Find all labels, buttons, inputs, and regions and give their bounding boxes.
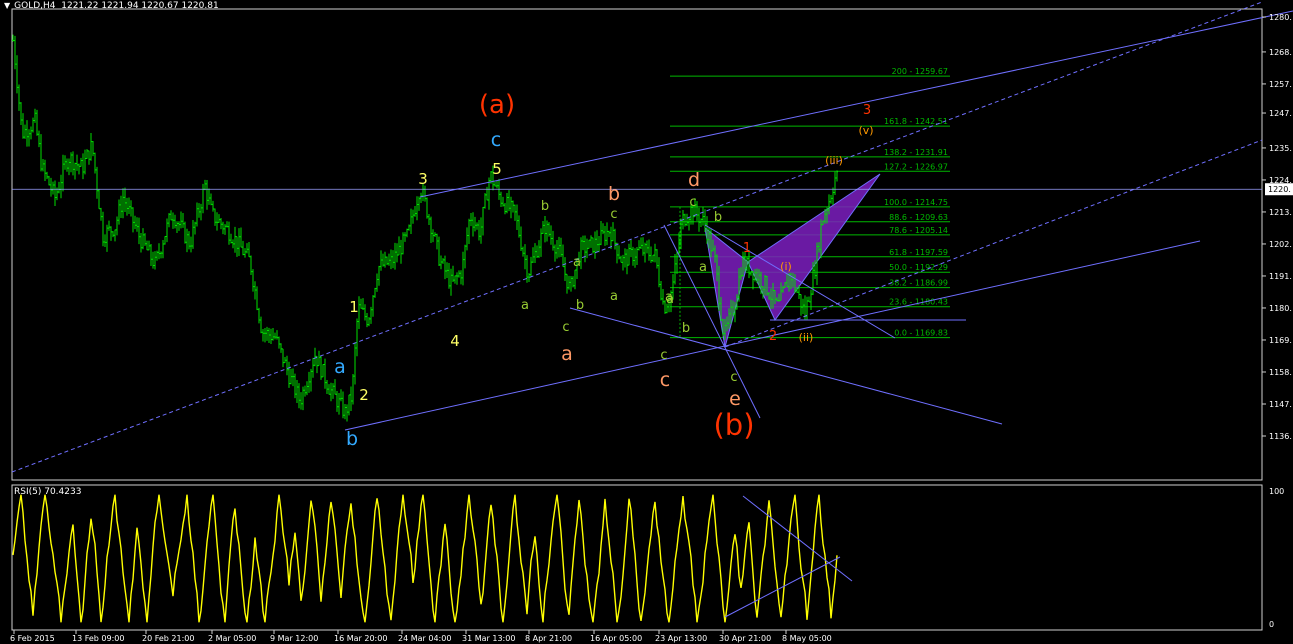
- wave-label: b: [682, 321, 690, 336]
- wave-label: (a): [479, 90, 515, 120]
- wave-label: d: [688, 169, 700, 191]
- price-tick-label: 1268.: [1269, 48, 1292, 57]
- chart-axes: 1280.1268.1257.1247.1235.1224.1213.1202.…: [10, 13, 1293, 643]
- candlestick-series: [12, 34, 838, 422]
- time-tick-label: 8 Apr 21:00: [525, 634, 572, 643]
- wave-label: a: [573, 255, 581, 270]
- price-chart[interactable]: 200 - 1259.67 161.8 - 1242.51 138.2 - 1231…: [0, 0, 1293, 644]
- fib-level-label: 0.0 - 1169.83: [894, 329, 948, 338]
- wave-label: a: [665, 290, 673, 305]
- time-tick-label: 13 Feb 09:00: [72, 634, 124, 643]
- wave-label: 1: [743, 241, 751, 256]
- wave-label: 4: [450, 332, 460, 350]
- rsi-line: [12, 494, 838, 623]
- wave-label: (iii): [825, 154, 843, 167]
- wave-label: (i): [780, 260, 792, 273]
- time-tick-label: 20 Feb 21:00: [142, 634, 194, 643]
- wave-label: 2: [769, 329, 777, 344]
- time-tick-label: 8 May 05:00: [782, 634, 832, 643]
- fib-level-label: 127.2 - 1226.97: [884, 162, 948, 171]
- price-tick-label: 1235.: [1269, 144, 1292, 153]
- wave-label: a: [561, 343, 573, 365]
- time-tick-label: 30 Apr 21:00: [719, 634, 771, 643]
- wave-label: 2: [359, 386, 369, 404]
- pattern-bcd: [747, 173, 881, 321]
- wave-label: (ii): [799, 331, 814, 344]
- current-price-label: 1220.: [1268, 185, 1291, 194]
- wave-label: (b): [713, 408, 754, 442]
- fib-level-label: 138.2 - 1231.91: [884, 148, 948, 157]
- upper-channel-line: [419, 10, 1293, 198]
- time-tick-label: 16 Mar 20:00: [334, 634, 387, 643]
- wave-label: 3: [863, 103, 871, 118]
- wave-label: c: [660, 369, 670, 391]
- time-tick-label: 23 Apr 13:00: [655, 634, 707, 643]
- price-tick-label: 1169.: [1269, 336, 1292, 345]
- wave-label: b: [541, 199, 549, 214]
- wave-label: b: [346, 428, 358, 450]
- price-tick-label: 1136.: [1269, 432, 1292, 441]
- price-tick-label: 1202.: [1269, 240, 1292, 249]
- wave-label: b: [576, 298, 584, 313]
- wave-label: a: [610, 289, 618, 304]
- fib-level-label: 78.6 - 1205.14: [889, 226, 948, 235]
- wave-label: e: [729, 388, 741, 410]
- fib-level-label: 161.8 - 1242.51: [884, 117, 948, 126]
- wave-label: c: [610, 207, 617, 222]
- wave-label: 5: [492, 160, 502, 178]
- wave-label: a: [699, 260, 707, 275]
- wave-label: c: [660, 348, 667, 363]
- wave-label: b: [608, 183, 620, 205]
- fib-level-label: 200 - 1259.67: [892, 67, 948, 76]
- rsi-panel-border: [11, 484, 1263, 631]
- wave-label: c: [689, 195, 696, 210]
- price-tick-label: 1158.: [1269, 368, 1292, 377]
- wave-label: (v): [858, 124, 873, 137]
- time-tick-label: 2 Mar 05:00: [208, 634, 256, 643]
- fib-level-label: 100.0 - 1214.75: [884, 198, 948, 207]
- wave-label: 1: [349, 298, 359, 316]
- mid-channel-dashed-line: [11, 1, 1263, 473]
- wave-label: 3: [418, 170, 428, 188]
- price-tick-label: 1191.: [1269, 272, 1292, 281]
- wave-label: c: [730, 370, 737, 385]
- rsi-tick-label: 100: [1269, 487, 1284, 496]
- price-tick-label: 1147.: [1269, 400, 1292, 409]
- wave-label: b: [714, 210, 722, 225]
- wave-label: c: [562, 320, 569, 335]
- price-tick-label: 1180.: [1269, 304, 1292, 313]
- wave-label: a: [521, 298, 529, 313]
- fib-level-label: 50.0 - 1192.29: [889, 263, 948, 272]
- price-tick-label: 1257.: [1269, 80, 1292, 89]
- price-tick-label: 1247.: [1269, 109, 1292, 118]
- price-tick-label: 1280.: [1269, 13, 1292, 22]
- time-tick-label: 16 Apr 05:00: [590, 634, 642, 643]
- time-tick-label: 6 Feb 2015: [10, 634, 55, 643]
- chart-frame: [11, 8, 1263, 631]
- price-tick-label: 1213.: [1269, 208, 1292, 217]
- trendlines[interactable]: [11, 1, 1293, 473]
- fib-level-label: 88.6 - 1209.63: [889, 213, 948, 222]
- time-tick-label: 24 Mar 04:00: [398, 634, 451, 643]
- fibonacci-levels[interactable]: 200 - 1259.67 161.8 - 1242.51 138.2 - 1231…: [670, 67, 950, 339]
- rsi-panel: [12, 494, 853, 623]
- rsi-tick-label: 0: [1269, 620, 1274, 629]
- rsi-resistance-line: [742, 495, 853, 582]
- time-tick-label: 9 Mar 12:00: [270, 634, 318, 643]
- wave-label: a: [334, 356, 346, 378]
- time-tick-label: 31 Mar 13:00: [462, 634, 515, 643]
- main-panel-border: [11, 8, 1263, 481]
- wave-label: c: [491, 129, 501, 151]
- fib-level-label: 61.8 - 1197.59: [889, 248, 948, 257]
